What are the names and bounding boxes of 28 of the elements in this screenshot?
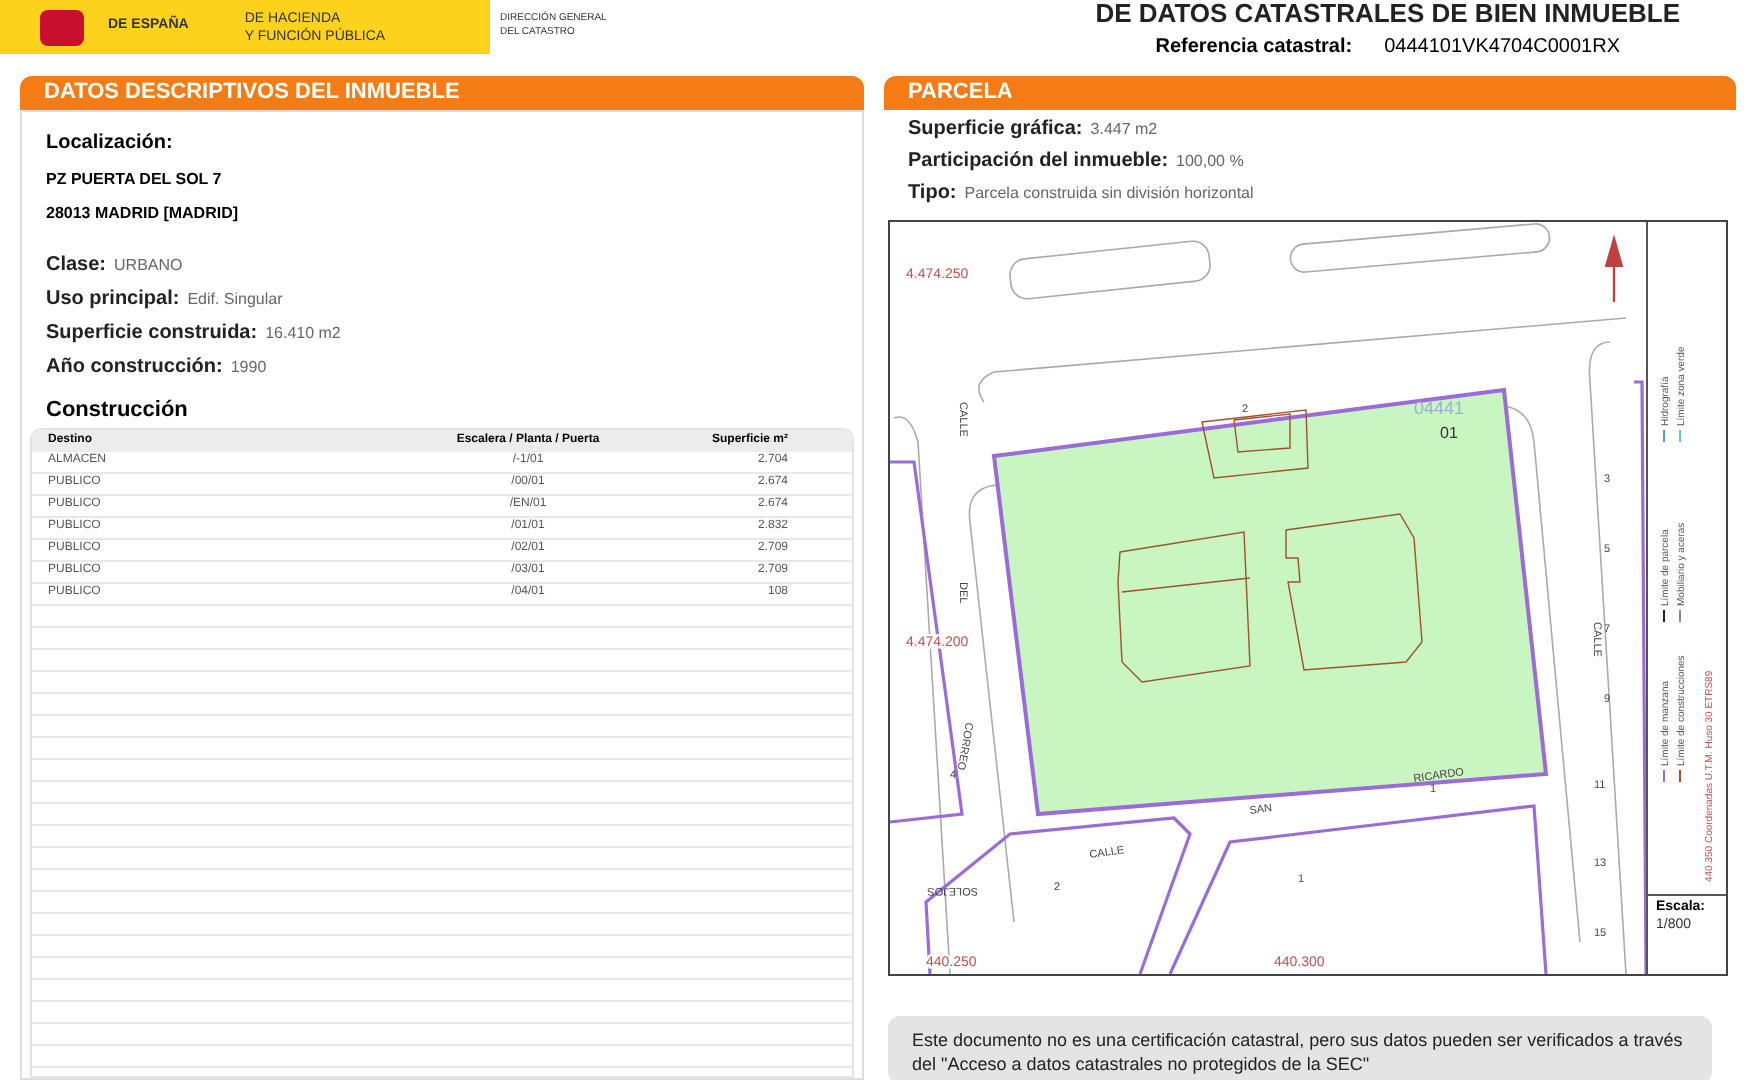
field-label: Superficie gráfica: (908, 116, 1083, 144)
field-label: Superficie construida: (46, 320, 258, 348)
document-title: DE DATOS CATASTRALES DE BIEN INMUEBLE (1095, 0, 1680, 28)
reference-value: 0444101VK4704C0001RX (1384, 34, 1620, 62)
field-label: Año construcción: (46, 354, 223, 382)
field-label: Participación del inmueble: (908, 148, 1169, 176)
field-label: Uso principal: (46, 286, 180, 314)
parcel-subnumber: 01 (1440, 424, 1458, 442)
field-label: Tipo: (908, 180, 957, 208)
field-value: 100,00 % (1176, 150, 1244, 174)
field-value: 1990 (230, 356, 267, 380)
field-value: URBANO (114, 254, 183, 278)
address-line: PZ PUERTA DEL SOL 7 (46, 168, 224, 192)
field-value: Parcela construida sin división horizontal (964, 182, 1254, 206)
north-arrow-icon (1604, 234, 1624, 302)
section-header: PARCELA (884, 76, 1736, 110)
field-value: 3.447 m2 (1090, 118, 1158, 142)
construction-title: Construcción (46, 396, 190, 426)
parcel-number: 04441 (1414, 398, 1465, 418)
location-label: Localización: (46, 130, 175, 158)
section-header: DATOS DESCRIPTIVOS DEL INMUEBLE (20, 76, 864, 110)
address-line: 28013 MADRID [MADRID] (46, 202, 241, 226)
field-label: Clase: (46, 252, 107, 280)
notice-text: Este documento no es una certificación catastral, pero sus datos pueden ser verificados a través del "Acceso a datos catastrales no protegidos de la SEC" (912, 1028, 1685, 1076)
coat-of-arms-icon (40, 9, 84, 45)
reference-label: Referencia catastral: (1155, 34, 1353, 62)
field-value: Edif. Singular (187, 288, 283, 312)
field-value: 16.410 m2 (265, 322, 341, 346)
